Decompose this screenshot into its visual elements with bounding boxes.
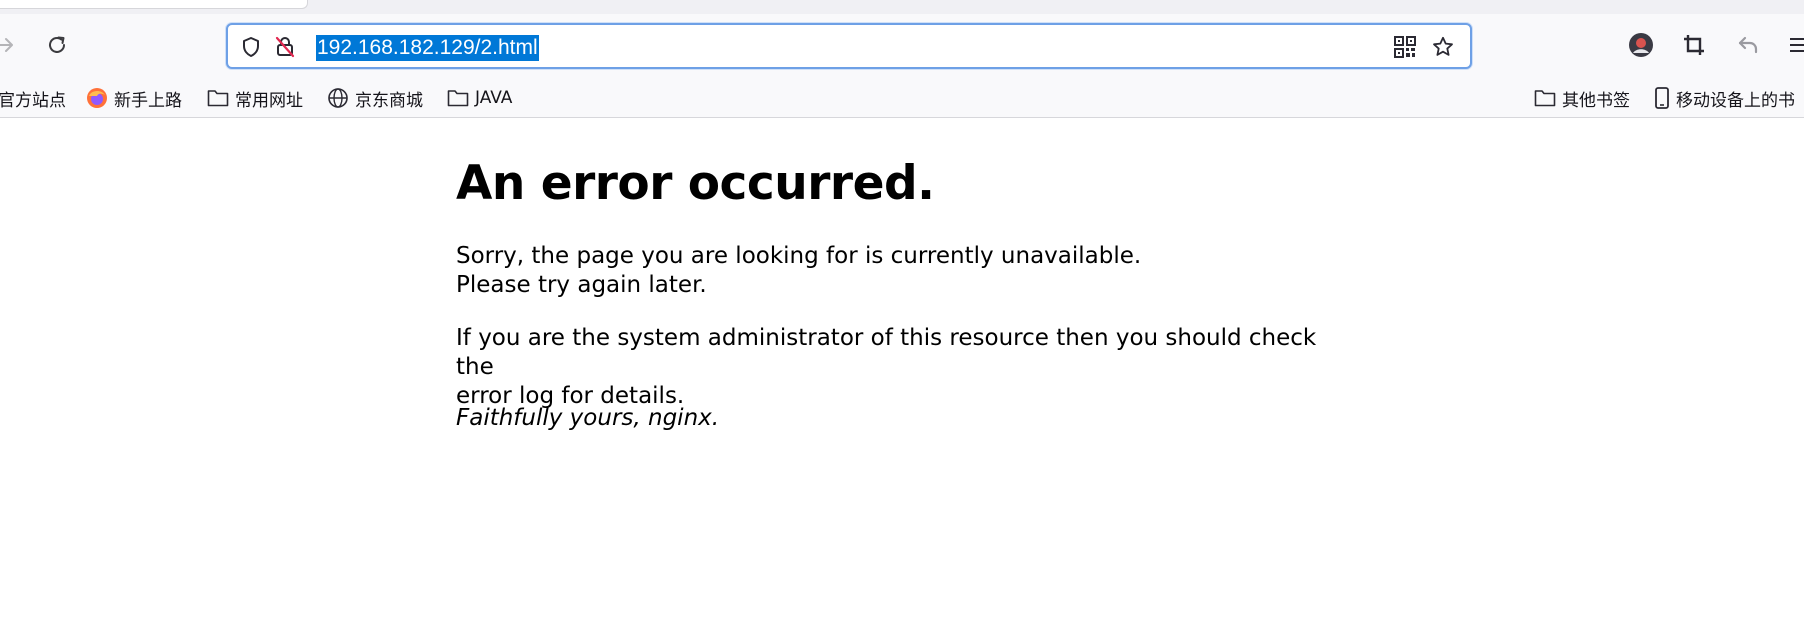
undo-button[interactable] [1731,28,1765,62]
folder-icon [447,90,469,107]
account-avatar-button[interactable] [1624,28,1658,62]
navigation-toolbar: 192.168.182.129/2.html [0,14,1804,78]
unavailable-message: Sorry, the page you are looking for is c… [456,242,1356,300]
signature: Faithfully yours, nginx. [456,405,720,431]
menu-button[interactable] [1782,28,1804,62]
bookmark-item[interactable]: 常用网址 [207,84,303,112]
crop-icon [1684,35,1704,55]
bookmark-item[interactable]: JAVA [447,84,512,112]
reload-button[interactable] [40,28,74,62]
message-line: If you are the system administrator of t… [456,325,1317,380]
firefox-icon [87,88,107,108]
forward-button[interactable] [0,28,22,62]
bookmark-label: 官方站点 [0,90,66,111]
other-bookmarks-folder[interactable]: 其他书签 [1534,84,1630,112]
tab-strip [0,0,1804,14]
folder-icon [1534,90,1556,107]
bookmark-label: 移动设备上的书 [1676,90,1795,111]
bookmark-item[interactable]: 京东商城 [327,84,423,112]
globe-icon [328,88,348,108]
bookmark-label: 京东商城 [355,90,423,111]
bookmark-label: 常用网址 [235,90,303,111]
hamburger-menu-icon [1790,38,1804,52]
message-line: Sorry, the page you are looking for is c… [456,243,1142,269]
page-title: An error occurred. [456,156,935,211]
bookmark-label: 其他书签 [1562,90,1630,111]
url-text[interactable]: 192.168.182.129/2.html [316,35,539,61]
message-line: Please try again later. [456,272,707,298]
qr-code-icon[interactable] [1392,34,1418,60]
address-bar[interactable]: 192.168.182.129/2.html [226,23,1472,69]
avatar-icon [1629,33,1653,57]
screenshot-crop-button[interactable] [1677,28,1711,62]
reload-icon [49,36,65,53]
admin-message: If you are the system administrator of t… [456,324,1356,411]
mobile-bookmarks-folder[interactable]: 移动设备上的书 [1654,84,1795,112]
active-tab[interactable] [0,0,308,9]
mobile-icon [1655,87,1669,109]
undo-arrow-icon [1738,36,1758,54]
bookmark-item[interactable]: 官方站点 [0,84,66,112]
bookmark-item[interactable]: 新手上路 [86,84,182,112]
folder-icon [207,90,229,107]
forward-arrow-icon [0,38,13,52]
bookmark-star-icon[interactable] [1430,34,1456,60]
shield-icon[interactable] [238,34,264,60]
bookmark-label: JAVA [475,88,513,108]
bookmarks-toolbar: 官方站点 新手上路 常用网址 京东商城 JAVA 其他书签 移动设备上的书 [0,78,1804,118]
insecure-lock-icon[interactable] [272,34,298,60]
bookmark-label: 新手上路 [114,90,182,111]
